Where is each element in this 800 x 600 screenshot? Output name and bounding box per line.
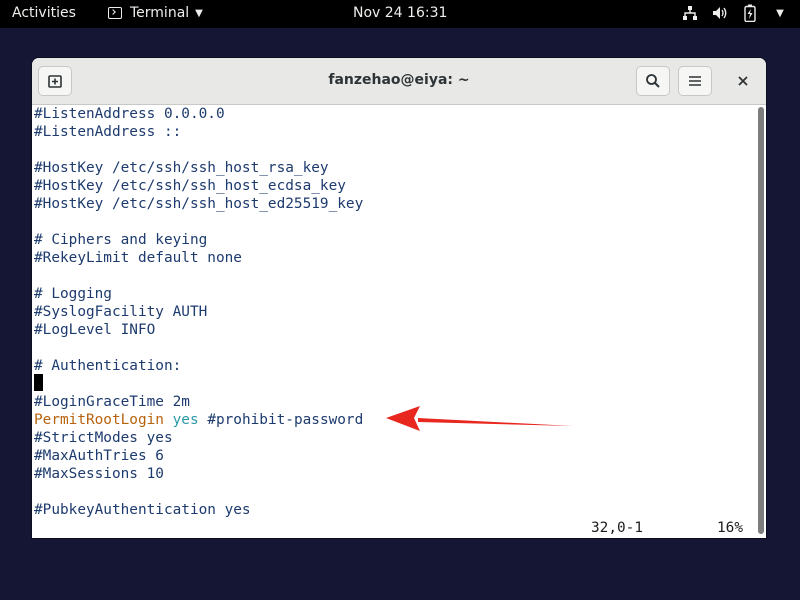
terminal-line: # Ciphers and keying [34,232,208,248]
terminal-line: #HostKey /etc/ssh/ssh_host_rsa_key [34,160,329,176]
cursor-position: 32,0-1 [591,520,643,536]
title-bar: fanzehao@eiya: ~ [32,58,766,105]
app-menu-label: Terminal [130,5,190,21]
terminal-line: #HostKey /etc/ssh/ssh_host_ed25519_key [34,196,364,212]
terminal-line: #RekeyLimit default none [34,250,242,266]
text-cursor [34,374,43,391]
search-icon [646,74,660,88]
terminal-line: #LogLevel INFO [34,322,156,338]
volume-icon[interactable] [712,4,728,22]
terminal-window: fanzehao@eiya: ~ #ListenAddress 0.0.0.0 … [32,58,766,538]
activities-button[interactable]: Activities [12,5,76,21]
top-bar: Activities Terminal ▼ Nov 24 16:31 ▼ [0,0,800,28]
terminal-line-highlight: PermitRootLogin yes #prohibit-password [34,411,363,429]
battery-icon[interactable] [742,4,758,22]
terminal-line: #ListenAddress :: [34,124,182,140]
terminal-line: #StrictModes yes [34,430,173,446]
chevron-down-icon: ▼ [195,7,203,19]
app-menu[interactable]: Terminal ▼ [108,5,203,21]
clock[interactable]: Nov 24 16:31 [353,5,447,21]
config-value: yes [172,412,199,428]
terminal-content[interactable]: #ListenAddress 0.0.0.0 #ListenAddress ::… [32,105,756,538]
terminal-line: #HostKey /etc/ssh/ssh_host_ecdsa_key [34,178,346,194]
close-button[interactable] [732,70,754,92]
chevron-down-icon[interactable]: ▼ [772,4,788,22]
terminal-line: #ListenAddress 0.0.0.0 [34,106,225,122]
hamburger-menu-icon [689,76,701,86]
terminal-line: #MaxAuthTries 6 [34,448,164,464]
terminal-line: # Logging [34,286,112,302]
scrollbar[interactable] [756,105,766,538]
terminal-icon [108,7,122,19]
config-keyword: PermitRootLogin [34,412,164,428]
terminal-line: #PubkeyAuthentication yes [34,502,251,518]
scroll-percent: 16% [717,520,743,536]
menu-button[interactable] [678,66,712,96]
network-icon[interactable] [682,4,698,22]
config-comment: #prohibit-password [207,412,364,428]
terminal-line: #LoginGraceTime 2m [34,394,190,410]
terminal-line: # Authentication: [34,358,182,374]
terminal-line: #MaxSessions 10 [34,466,164,482]
system-tray[interactable]: ▼ [682,4,788,22]
terminal-line: #SyslogFacility AUTH [34,304,208,320]
close-icon [738,76,748,86]
search-button[interactable] [636,66,670,96]
scrollbar-thumb[interactable] [758,107,764,534]
